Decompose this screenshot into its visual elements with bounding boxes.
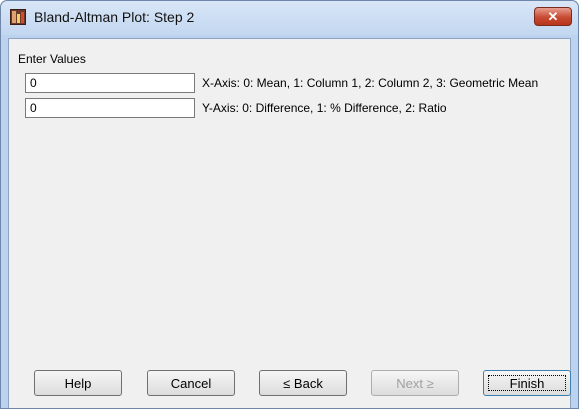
- back-button[interactable]: ≤ Back: [259, 370, 347, 396]
- window-title: Bland-Altman Plot: Step 2: [34, 9, 195, 25]
- cancel-button[interactable]: Cancel: [147, 370, 235, 396]
- dialog-window: Bland-Altman Plot: Step 2 ✕: [0, 0, 579, 409]
- enter-values-label: Enter Values: [18, 52, 86, 66]
- x-axis-options-label: X-Axis: 0: Mean, 1: Column 1, 2: Column …: [202, 76, 539, 90]
- finish-button[interactable]: Finish: [483, 370, 571, 396]
- title-bar[interactable]: Bland-Altman Plot: Step 2 ✕: [1, 1, 578, 35]
- close-button[interactable]: ✕: [534, 7, 572, 26]
- x-axis-value-input[interactable]: [25, 73, 195, 93]
- y-axis-options-label: Y-Axis: 0: Difference, 1: % Difference, …: [202, 101, 447, 115]
- close-icon: ✕: [547, 9, 559, 24]
- dialog-body: [8, 38, 571, 408]
- y-axis-value-input[interactable]: [25, 98, 195, 118]
- next-button: Next ≥: [371, 370, 459, 396]
- app-icon: [10, 9, 26, 25]
- help-button[interactable]: Help: [34, 370, 122, 396]
